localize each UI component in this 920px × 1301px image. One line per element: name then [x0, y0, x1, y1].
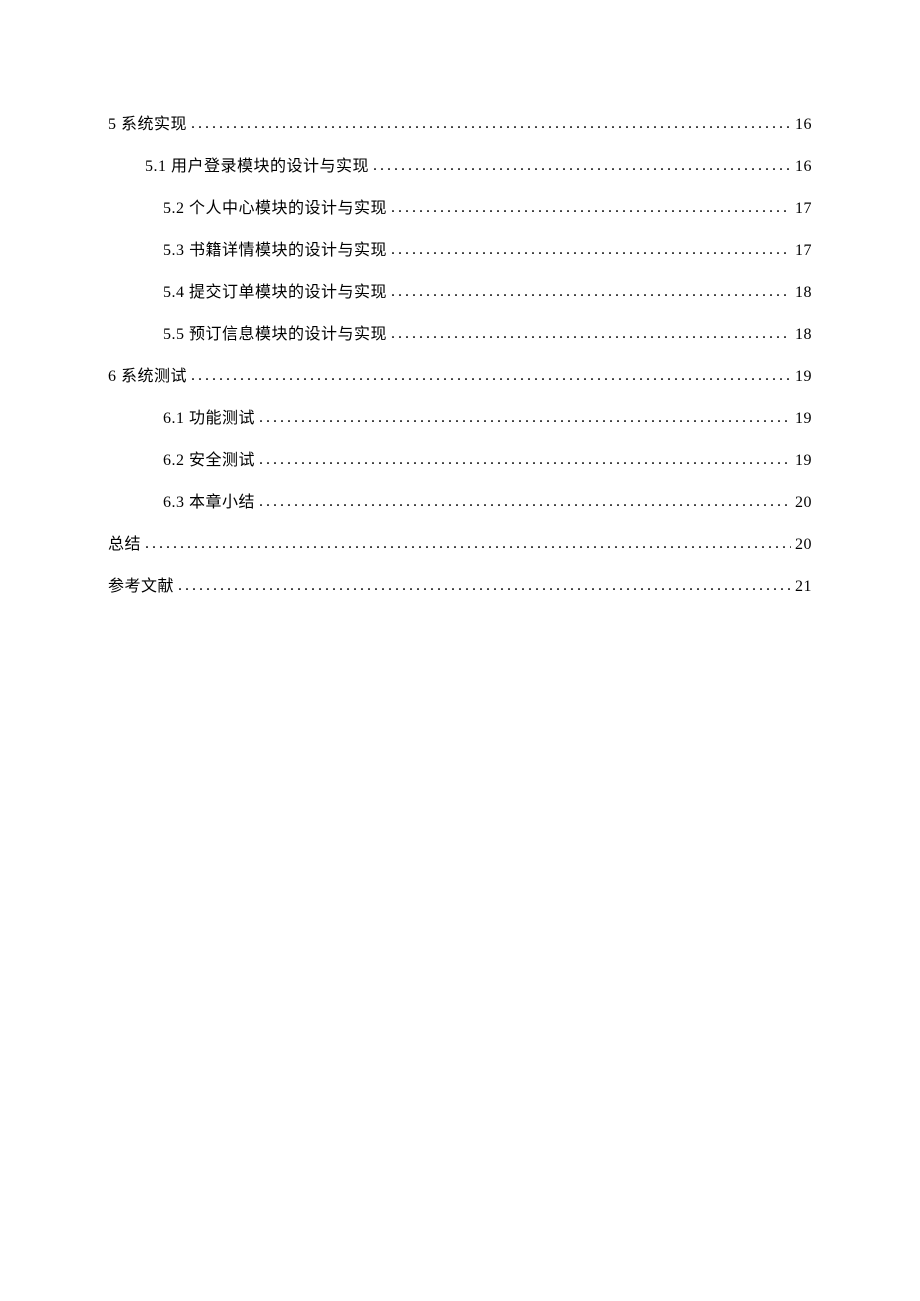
toc-dots — [191, 115, 791, 133]
toc-entry: 总结 20 — [108, 530, 812, 554]
toc-page: 17 — [795, 242, 812, 260]
toc-page: 16 — [795, 158, 812, 176]
toc-label: 5.3 书籍详情模块的设计与实现 — [163, 236, 387, 260]
toc-page: 19 — [795, 452, 812, 470]
toc-page: 18 — [795, 326, 812, 344]
toc-entry: 6.2 安全测试 19 — [163, 446, 812, 470]
toc-dots — [391, 283, 791, 301]
toc-dots — [391, 241, 791, 259]
toc-label: 5 系统实现 — [108, 110, 187, 134]
toc-label: 6 系统测试 — [108, 362, 187, 386]
toc-page: 18 — [795, 284, 812, 302]
toc-entry: 5.5 预订信息模块的设计与实现 18 — [163, 320, 812, 344]
toc-entry: 5.1 用户登录模块的设计与实现 16 — [145, 152, 812, 176]
toc-page: 16 — [795, 116, 812, 134]
toc-page: 20 — [795, 494, 812, 512]
toc-dots — [191, 367, 791, 385]
toc-page: 17 — [795, 200, 812, 218]
toc-dots — [391, 325, 791, 343]
toc-label: 5.4 提交订单模块的设计与实现 — [163, 278, 387, 302]
toc-dots — [178, 577, 791, 595]
toc-label: 6.1 功能测试 — [163, 404, 255, 428]
toc-dots — [373, 157, 791, 175]
toc-page: 19 — [795, 410, 812, 428]
toc-entry: 5.2 个人中心模块的设计与实现 17 — [163, 194, 812, 218]
toc-label: 6.2 安全测试 — [163, 446, 255, 470]
toc-dots — [145, 535, 791, 553]
toc-label: 总结 — [108, 530, 141, 554]
toc-entry: 参考文献 21 — [108, 572, 812, 596]
toc-dots — [391, 199, 791, 217]
toc-label: 5.2 个人中心模块的设计与实现 — [163, 194, 387, 218]
toc-page: 19 — [795, 368, 812, 386]
toc-page: 20 — [795, 536, 812, 554]
toc-entry: 5.3 书籍详情模块的设计与实现 17 — [163, 236, 812, 260]
toc-entry: 5 系统实现 16 — [108, 110, 812, 134]
toc-dots — [259, 409, 791, 427]
toc-dots — [259, 493, 791, 511]
toc-label: 5.5 预订信息模块的设计与实现 — [163, 320, 387, 344]
toc-label: 6.3 本章小结 — [163, 488, 255, 512]
table-of-contents: 5 系统实现 16 5.1 用户登录模块的设计与实现 16 5.2 个人中心模块… — [108, 110, 812, 596]
toc-page: 21 — [795, 578, 812, 596]
toc-entry: 6.1 功能测试 19 — [163, 404, 812, 428]
toc-label: 5.1 用户登录模块的设计与实现 — [145, 152, 369, 176]
toc-label: 参考文献 — [108, 572, 174, 596]
toc-entry: 5.4 提交订单模块的设计与实现 18 — [163, 278, 812, 302]
toc-entry: 6.3 本章小结 20 — [163, 488, 812, 512]
toc-dots — [259, 451, 791, 469]
toc-entry: 6 系统测试 19 — [108, 362, 812, 386]
